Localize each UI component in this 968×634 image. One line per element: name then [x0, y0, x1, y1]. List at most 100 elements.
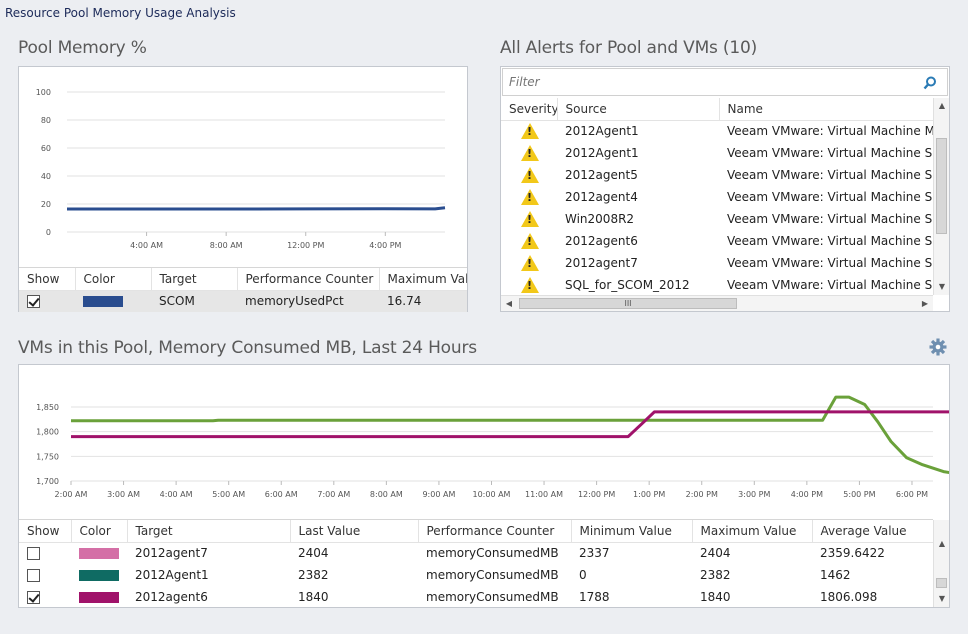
filter-box[interactable] — [502, 68, 948, 96]
column-header-name[interactable]: Name — [719, 98, 933, 121]
table-row[interactable]: 2012Agent1 Veeam VMware: Virtual Machine … — [501, 120, 933, 142]
min-value-cell: 1788 — [579, 590, 610, 604]
counter-cell: memoryConsumedMB — [426, 546, 559, 561]
scroll-right-icon[interactable]: ▶ — [917, 296, 933, 312]
column-header-last-value[interactable]: Last Value — [290, 520, 419, 543]
alert-name-cell: Veeam VMware: Virtual Machine Snaps — [727, 212, 933, 226]
show-checkbox[interactable] — [27, 569, 40, 582]
color-swatch — [83, 296, 123, 308]
table-row[interactable]: SQL_for_SCOM_2012 Veeam VMware: Virtual M… — [501, 274, 933, 295]
x-tick-label: 10:00 AM — [472, 490, 510, 499]
table-row[interactable]: 2012agent4 Veeam VMware: Virtual Machine … — [501, 186, 933, 208]
counter-cell: memoryConsumedMB — [426, 590, 559, 604]
x-tick-label: 4:00 AM — [160, 490, 193, 499]
y-tick-label: 60 — [41, 144, 51, 153]
alerts-horizontal-scrollbar[interactable]: ◀ III ▶ — [501, 295, 933, 311]
column-header-target[interactable]: Target — [151, 268, 238, 291]
source-cell: 2012agent7 — [565, 256, 638, 270]
y-tick-label: 1,750 — [36, 452, 59, 461]
x-tick-label: 5:00 PM — [843, 490, 875, 499]
avg-value-cell: 1806.098 — [820, 590, 878, 604]
show-checkbox[interactable] — [27, 591, 40, 604]
last-value-cell: 2382 — [298, 568, 329, 582]
column-header-severity[interactable]: Severity — [501, 98, 558, 121]
column-header-source[interactable]: Source — [557, 98, 720, 121]
scroll-up-icon[interactable]: ▲ — [934, 98, 950, 114]
column-header-maximum-value[interactable]: Maximum Value — [379, 268, 467, 291]
min-value-cell: 2337 — [579, 546, 610, 561]
alert-name-cell: Veeam VMware: Virtual Machine Snaps — [727, 146, 933, 160]
scroll-thumb-horizontal[interactable]: III — [519, 298, 737, 309]
table-row[interactable]: 2012agent5 Veeam VMware: Virtual Machine … — [501, 164, 933, 186]
search-icon[interactable] — [923, 76, 937, 90]
column-header-show[interactable]: Show — [19, 520, 72, 543]
table-row[interactable]: Win2008R2 Veeam VMware: Virtual Machine S… — [501, 208, 933, 230]
alerts-grid: Severity Source Name 2012Agent1 Veeam VMw… — [501, 98, 933, 295]
x-tick-label: 12:00 PM — [578, 490, 615, 499]
y-tick-label: 80 — [41, 116, 51, 125]
page-title: Resource Pool Memory Usage Analysis — [5, 6, 236, 20]
column-header-performance-counter[interactable]: Performance Counter — [237, 268, 380, 291]
x-tick-label: 7:00 AM — [317, 490, 350, 499]
vms-table: Show Color Target Last Value Performance… — [19, 520, 933, 607]
gear-icon[interactable] — [929, 338, 947, 356]
scroll-left-icon[interactable]: ◀ — [501, 296, 517, 312]
alert-name-cell: Veeam VMware: Virtual Machine Snaps — [727, 234, 933, 248]
last-value-cell: 2404 — [298, 546, 329, 561]
scroll-down-icon[interactable]: ▼ — [934, 279, 950, 295]
column-header-color[interactable]: Color — [71, 520, 128, 543]
y-tick-label: 1,800 — [36, 428, 59, 437]
scroll-thumb[interactable] — [936, 578, 947, 588]
table-row[interactable]: 2012agent7 2404 memoryConsumedMB 2337 2404 23… — [19, 542, 933, 564]
column-header-color[interactable]: Color — [75, 268, 152, 291]
column-header-average-value[interactable]: Average Value — [812, 520, 933, 543]
target-cell: 2012agent7 — [135, 546, 208, 561]
table-row[interactable]: 2012agent6 1840 memoryConsumedMB 1788 1840 18… — [19, 586, 933, 607]
color-swatch — [79, 548, 119, 560]
table-row[interactable]: 2012agent6 Veeam VMware: Virtual Machine … — [501, 230, 933, 252]
column-header-performance-counter[interactable]: Performance Counter — [418, 520, 572, 543]
max-value-cell: 2404 — [700, 546, 731, 561]
vms-memory-chart: 1,850 1,800 1,750 1,700 2:00 AM 3:00 AM 4:00 A… — [36, 395, 949, 499]
alerts-vertical-scrollbar[interactable]: ▲ ▼ — [933, 98, 949, 295]
color-swatch — [79, 570, 119, 581]
source-cell: 2012Agent1 — [565, 146, 639, 160]
table-row[interactable]: SCOM memoryUsedPct 16.74 — [19, 290, 467, 312]
x-tick-label: 5:00 AM — [212, 490, 245, 499]
x-tick-label: 8:00 AM — [370, 490, 403, 499]
last-value-cell: 1840 — [298, 590, 329, 604]
column-header-maximum-value[interactable]: Maximum Value — [692, 520, 813, 543]
y-tick-label: 20 — [41, 200, 51, 209]
show-checkbox[interactable] — [27, 547, 40, 561]
show-checkbox[interactable] — [27, 295, 40, 309]
x-tick-label: 4:00 PM — [791, 490, 823, 499]
warning-icon — [521, 189, 539, 205]
vms-panel: 1,850 1,800 1,750 1,700 2:00 AM 3:00 AM 4:00 A… — [18, 364, 950, 608]
filter-input[interactable] — [507, 74, 907, 90]
table-row[interactable]: 2012Agent1 2382 memoryConsumedMB 0 2382 1462 — [19, 564, 933, 586]
x-tick-label: 3:00 AM — [107, 490, 140, 499]
vms-legend-grid: Show Color Target Last Value Performance… — [19, 519, 933, 607]
source-cell: 2012agent5 — [565, 168, 638, 182]
vms-vertical-scrollbar[interactable]: ▲ ▼ — [933, 520, 949, 607]
column-header-show[interactable]: Show — [19, 268, 76, 291]
scroll-up-icon[interactable]: ▲ — [934, 536, 950, 552]
warning-icon — [521, 233, 539, 249]
table-row[interactable]: 2012Agent1 Veeam VMware: Virtual Machine … — [501, 142, 933, 164]
x-tick-label: 1:00 PM — [633, 490, 665, 499]
x-tick-label: 6:00 AM — [265, 490, 298, 499]
x-tick-label: 2:00 PM — [686, 490, 718, 499]
warning-icon — [521, 123, 539, 140]
column-header-minimum-value[interactable]: Minimum Value — [571, 520, 693, 543]
scroll-thumb[interactable] — [936, 138, 947, 234]
avg-value-cell: 1462 — [820, 568, 851, 582]
x-tick-label: 3:00 PM — [738, 490, 770, 499]
x-tick-label: 2:00 AM — [55, 490, 88, 499]
scroll-down-icon[interactable]: ▼ — [934, 591, 950, 607]
x-tick-label: 4:00 AM — [130, 241, 163, 250]
column-header-target[interactable]: Target — [127, 520, 291, 543]
table-row[interactable]: 2012agent7 Veeam VMware: Virtual Machine … — [501, 252, 933, 274]
x-tick-label: 6:00 PM — [896, 490, 928, 499]
alert-name-cell: Veeam VMware: Virtual Machine Snaps — [727, 168, 933, 182]
source-cell: 2012agent4 — [565, 190, 638, 204]
